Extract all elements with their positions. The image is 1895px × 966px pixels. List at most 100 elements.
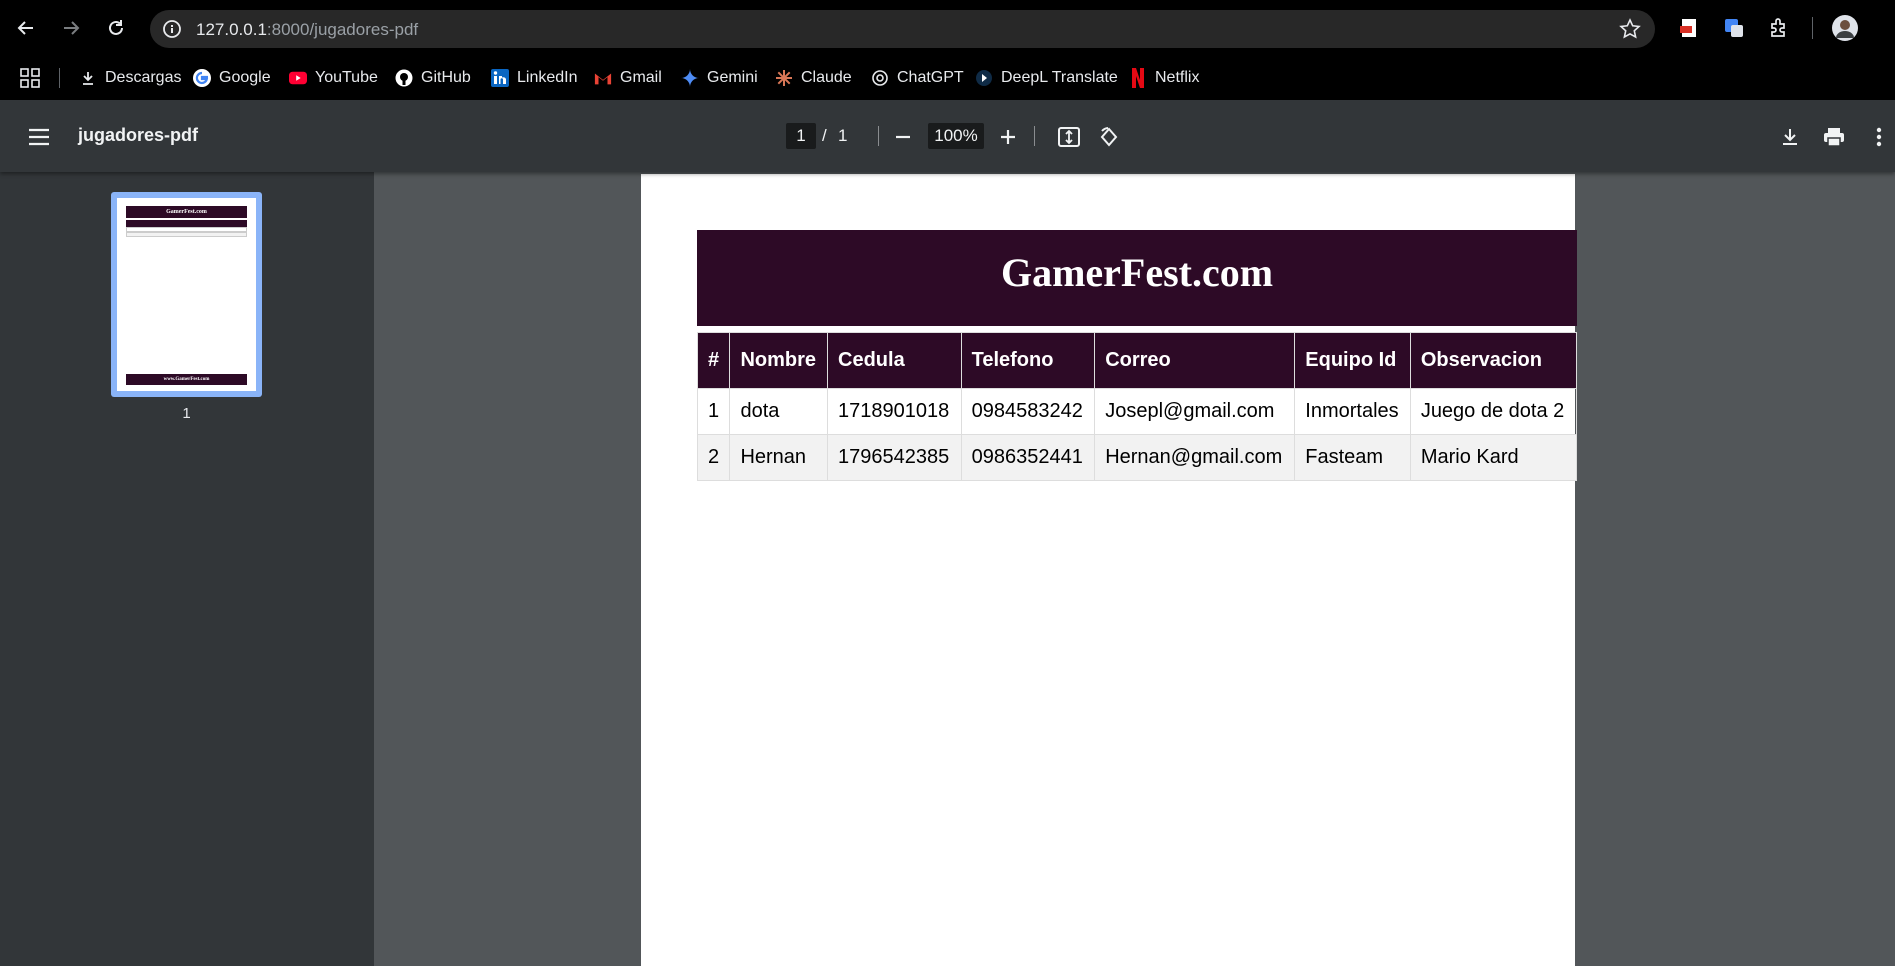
- netflix-icon: [1129, 68, 1147, 88]
- table-row: 1 dota 1718901018 0984583242 Josepl@gmai…: [696, 388, 1578, 435]
- table-cell: Mario Kard: [1409, 434, 1578, 481]
- thumbnail-table-head: [126, 220, 247, 227]
- pdf-extension-icon[interactable]: [1675, 14, 1703, 42]
- thumbnail-page-number: 1: [182, 405, 191, 422]
- bookmark-label: DeepL Translate: [1001, 69, 1118, 86]
- column-header: Cedula: [827, 332, 962, 389]
- table-cell: 2: [696, 434, 731, 481]
- document-title: jugadores-pdf: [78, 125, 198, 145]
- deepl-icon: [975, 69, 993, 87]
- document-header: GamerFest.com: [697, 230, 1577, 326]
- bookmark-gmail[interactable]: Gmail: [594, 65, 662, 91]
- thumbnail-sidebar: GamerFest.com www.GamerFest.com 1: [0, 172, 374, 966]
- table-cell: Josepl@gmail.com: [1094, 388, 1296, 435]
- extensions-icon[interactable]: [1765, 14, 1793, 42]
- bookmark-star-icon[interactable]: [1619, 18, 1641, 40]
- print-icon[interactable]: [1819, 122, 1849, 152]
- zoom-out-icon[interactable]: [888, 122, 918, 152]
- bookmark-label: Claude: [801, 69, 852, 86]
- bookmark-claude[interactable]: Claude: [775, 65, 852, 91]
- bookmark-label: LinkedIn: [517, 69, 578, 86]
- column-header: Observacion: [1409, 332, 1578, 389]
- rotate-icon[interactable]: [1094, 122, 1124, 152]
- bookmark-descargas[interactable]: Descargas: [79, 65, 181, 91]
- apps-grid-icon[interactable]: [20, 65, 40, 91]
- bookmark-gemini[interactable]: Gemini: [681, 65, 758, 91]
- gmail-icon: [594, 69, 612, 87]
- table-cell: 1796542385: [827, 434, 962, 481]
- table-cell: Juego de dota 2: [1409, 388, 1578, 435]
- table-cell: 0984583242: [960, 388, 1096, 435]
- bookmark-label: ChatGPT: [897, 69, 964, 86]
- profile-avatar[interactable]: [1831, 14, 1859, 42]
- reload-icon[interactable]: [102, 14, 130, 42]
- address-bar[interactable]: 127.0.0.1:8000/jugadores-pdf: [150, 10, 1655, 48]
- translate-extension-icon[interactable]: [1720, 14, 1748, 42]
- bookmark-label: Descargas: [105, 69, 182, 86]
- google-icon: [193, 69, 211, 87]
- thumbnail-header: GamerFest.com: [126, 206, 247, 218]
- site-info-icon[interactable]: [160, 17, 184, 41]
- bookmark-linkedin[interactable]: LinkedIn: [491, 65, 578, 91]
- page-separator: /: [822, 126, 827, 145]
- bookmark-label: GitHub: [421, 69, 471, 86]
- thumbnail-footer: www.GamerFest.com: [126, 374, 247, 385]
- column-header: Telefono: [960, 332, 1096, 389]
- bookmark-deepl[interactable]: DeepL Translate: [975, 65, 1118, 91]
- pdf-page: GamerFest.com # Nombre Cedula Telefono C…: [641, 174, 1578, 966]
- table-cell: dota: [729, 388, 829, 435]
- table-row: 2 Hernan 1796542385 0986352441 Hernan@gm…: [696, 434, 1578, 481]
- forward-icon[interactable]: [57, 14, 85, 42]
- table-cell: 1718901018: [827, 388, 962, 435]
- bookmark-label: Gmail: [620, 69, 662, 86]
- bookmarks-bar: Descargas Google YouTube GitHub LinkedIn…: [0, 56, 1895, 100]
- bookmark-netflix[interactable]: Netflix: [1129, 65, 1199, 91]
- column-header: Correo: [1094, 332, 1296, 389]
- bookmark-youtube[interactable]: YouTube: [289, 65, 378, 91]
- table-cell: Inmortales: [1294, 388, 1411, 435]
- bookmark-label: YouTube: [315, 69, 378, 86]
- players-table: # Nombre Cedula Telefono Correo Equipo I…: [696, 332, 1578, 481]
- claude-icon: [775, 69, 793, 87]
- linkedin-icon: [491, 69, 509, 87]
- table-cell: 1: [696, 388, 731, 435]
- url-text[interactable]: 127.0.0.1:8000/jugadores-pdf: [196, 20, 418, 40]
- table-header-row: # Nombre Cedula Telefono Correo Equipo I…: [696, 332, 1578, 389]
- bookmark-label: Gemini: [707, 69, 758, 86]
- toolbar-divider: [878, 126, 879, 146]
- page-thumbnail[interactable]: GamerFest.com www.GamerFest.com: [111, 192, 262, 397]
- bookmark-google[interactable]: Google: [193, 65, 271, 91]
- thumbnail-table-row: [126, 232, 247, 237]
- toolbar-divider: [1034, 126, 1035, 146]
- table-cell: Hernan: [729, 434, 829, 481]
- back-icon[interactable]: [12, 14, 40, 42]
- bookmark-label: Netflix: [1155, 69, 1200, 86]
- pdf-toolbar: jugadores-pdf 1 / 1 100%: [0, 100, 1895, 172]
- page-number-input[interactable]: 1: [786, 123, 816, 149]
- bookmark-chatgpt[interactable]: ChatGPT: [871, 65, 964, 91]
- bookmark-github[interactable]: GitHub: [395, 65, 471, 91]
- page-total: 1: [838, 126, 848, 145]
- download-icon[interactable]: [1775, 122, 1805, 152]
- pdf-viewer: GamerFest.com # Nombre Cedula Telefono C…: [374, 172, 1895, 966]
- more-options-icon[interactable]: [1864, 122, 1894, 152]
- menu-icon[interactable]: [24, 122, 54, 152]
- zoom-input[interactable]: 100%: [928, 123, 984, 149]
- chatgpt-icon: [871, 69, 889, 87]
- github-icon: [395, 69, 413, 87]
- url-path: :8000/jugadores-pdf: [266, 20, 419, 39]
- zoom-in-icon[interactable]: [993, 122, 1023, 152]
- url-host: 127.0.0.1: [196, 20, 267, 39]
- table-cell: Fasteam: [1294, 434, 1411, 481]
- gemini-icon: [681, 69, 699, 87]
- browser-toolbar: 127.0.0.1:8000/jugadores-pdf: [0, 0, 1895, 56]
- bookmarks-divider: [59, 68, 60, 88]
- fit-page-icon[interactable]: [1054, 122, 1084, 152]
- toolbar-divider: [1812, 17, 1813, 39]
- table-cell: Hernan@gmail.com: [1094, 434, 1296, 481]
- youtube-icon: [289, 69, 307, 87]
- table-cell: 0986352441: [960, 434, 1096, 481]
- column-header: Nombre: [729, 332, 829, 389]
- download-icon: [79, 69, 97, 87]
- column-header: #: [696, 332, 731, 389]
